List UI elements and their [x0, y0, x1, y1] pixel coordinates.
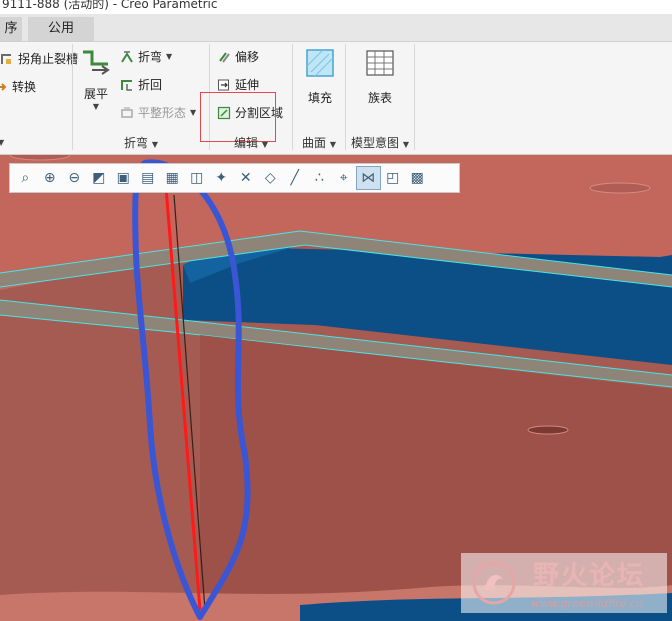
saved-views-button[interactable]: ▤ [136, 166, 161, 190]
edit-group-label[interactable]: 编辑 ▼ [234, 134, 268, 151]
left-group-caret[interactable]: ▼ [0, 134, 4, 148]
view-manager-icon: ▦ [165, 170, 179, 186]
window-title: 9111-888 (活动的) - Creo Parametric [2, 0, 218, 11]
refit-icon: ⌕ [21, 170, 30, 186]
view-manager-button[interactable]: ▦ [160, 166, 185, 190]
csys-display-button[interactable]: ⌖ [332, 166, 357, 190]
group-divider [292, 44, 293, 150]
spin-center-icon: ✦ [215, 170, 228, 186]
bend-back-icon [121, 79, 132, 91]
forum-logo-icon [472, 561, 516, 605]
flatten-form-caret[interactable]: ▼ [190, 108, 196, 117]
saved-views-icon: ▤ [141, 170, 155, 186]
point-display-icon: ∴ [314, 170, 324, 186]
plane-display-button[interactable]: ◇ [258, 166, 283, 190]
offset-icon [219, 51, 230, 63]
fill-icon [306, 49, 334, 77]
axis-display-icon: ╱ [290, 170, 299, 186]
convert-icon [0, 82, 7, 91]
model-intent-group-label[interactable]: 模型意图 ▼ [351, 134, 409, 151]
perspective-icon: ◫ [190, 170, 204, 186]
bend-button[interactable]: 折弯 ▼ [120, 48, 172, 65]
watermark-text: 野火论坛 [533, 561, 646, 591]
render-icon: ▩ [410, 170, 424, 186]
bend-dropdown-caret[interactable]: ▼ [166, 52, 172, 61]
datum-display-button[interactable]: ✕ [234, 166, 259, 190]
csys-display-icon: ⌖ [339, 170, 348, 186]
flatten-form-button[interactable]: 平整形态 ▼ [120, 104, 196, 121]
ribbon-tabs: 序 公用 [0, 14, 672, 42]
zoom-out-icon: ⊖ [68, 170, 81, 186]
perspective-button[interactable]: ◫ [185, 166, 210, 190]
bend-icon [121, 50, 133, 63]
corner-relief-icon [1, 53, 11, 64]
window-title-bar: 9111-888 (活动的) - Creo Parametric [0, 0, 672, 14]
annotation-display-icon: ⋈ [361, 170, 376, 186]
zoom-out-button[interactable]: ⊖ [62, 166, 87, 190]
group-divider [414, 44, 415, 150]
render-button[interactable]: ▩ [405, 166, 430, 190]
family-table-button[interactable]: 族表 [360, 48, 400, 106]
zoom-in-button[interactable]: ⊕ [38, 166, 63, 190]
refit-button[interactable]: ⌕ [13, 166, 38, 190]
shading-icon: ▣ [116, 170, 130, 186]
repaint-icon: ◩ [92, 170, 106, 186]
unbend-dropdown-caret[interactable]: ▼ [78, 102, 114, 111]
hole-feature [527, 425, 569, 435]
group-divider [345, 44, 346, 150]
ribbon-panel: 拐角止裂槽 转换 ▼ 展平 ▼ 折弯 ▼ 折回 平整形态 ▼ 折弯 ▼ 偏移 延… [0, 42, 672, 155]
spin-center-button[interactable]: ✦ [209, 166, 234, 190]
extend-button[interactable]: 延伸 [217, 76, 259, 93]
convert-button[interactable]: 转换 [0, 78, 36, 95]
zoom-in-icon: ⊕ [43, 170, 56, 186]
flatten-form-icon [121, 106, 133, 118]
point-display-button[interactable]: ∴ [307, 166, 332, 190]
bend-group-label[interactable]: 折弯 ▼ [124, 134, 158, 151]
appearance-icon: ◰ [386, 170, 400, 186]
group-divider [72, 44, 73, 150]
extend-icon [218, 79, 229, 90]
tab-previous[interactable]: 序 [0, 17, 22, 41]
family-table-icon [366, 50, 394, 76]
repaint-button[interactable]: ◩ [87, 166, 112, 190]
model-render [0, 155, 672, 621]
graphics-viewport[interactable] [0, 155, 672, 621]
shading-button[interactable]: ▣ [111, 166, 136, 190]
watermark-url: www.proewildfire.cn [531, 597, 643, 610]
graphics-toolbar: ⌕ ⊕ ⊖ ◩ ▣ ▤ ▦ ◫ ✦ ✕ ◇ ╱ ∴ ⌖ ⋈ ◰ ▩ [9, 163, 460, 193]
bend-back-button[interactable]: 折回 [120, 76, 162, 93]
surface-group-label[interactable]: 曲面 ▼ [302, 134, 336, 151]
unbend-button[interactable]: 展平 ▼ [78, 48, 114, 111]
offset-button[interactable]: 偏移 [217, 48, 259, 65]
tab-tools[interactable]: 公用 [28, 17, 94, 41]
datum-display-icon: ✕ [239, 170, 252, 186]
corner-relief-button[interactable]: 拐角止裂槽 [0, 50, 78, 67]
unbend-icon [83, 50, 110, 75]
annotation-display-button[interactable]: ⋈ [356, 166, 381, 190]
axis-display-button[interactable]: ╱ [283, 166, 308, 190]
forum-watermark: 野火论坛 www.proewildfire.cn [461, 553, 667, 613]
appearance-button[interactable]: ◰ [381, 166, 406, 190]
plane-display-icon: ◇ [264, 170, 276, 186]
fill-button[interactable]: 填充 [300, 48, 340, 106]
